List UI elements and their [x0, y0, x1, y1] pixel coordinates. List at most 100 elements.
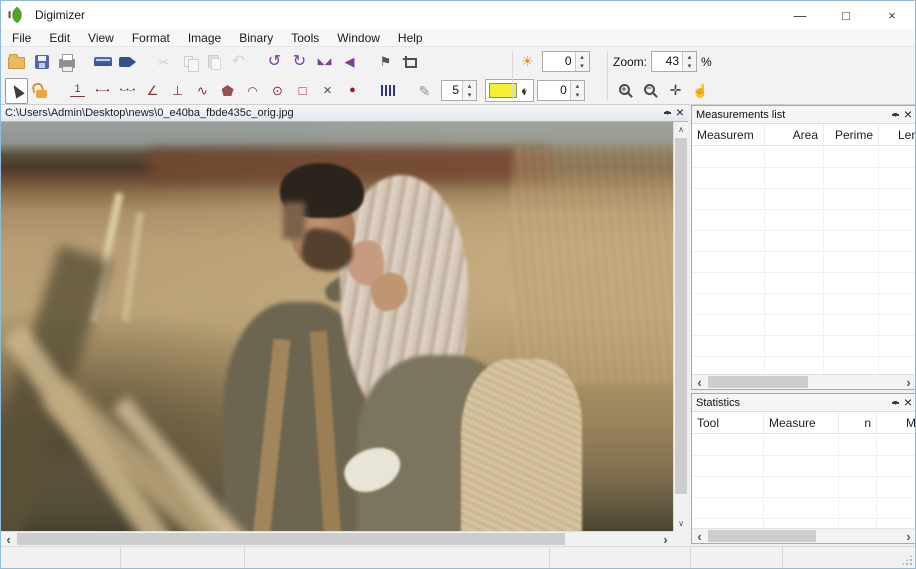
scroll-right-icon[interactable] [901, 529, 915, 543]
brightness-spin-buttons [574, 52, 589, 72]
spin-down-icon[interactable] [576, 62, 589, 72]
acquire-scanner-button[interactable] [91, 49, 114, 75]
fit-move-button[interactable] [664, 78, 687, 104]
rotate-right-button[interactable]: ↻ [288, 49, 311, 75]
image-vertical-scrollbar[interactable] [673, 122, 688, 531]
statistics-column-tool[interactable]: Tool [692, 412, 764, 433]
measurements-column-len[interactable]: Len [879, 124, 915, 145]
spin-up-icon[interactable] [463, 81, 476, 91]
panel-close-icon[interactable] [904, 402, 912, 404]
contrast-spinner[interactable]: 0 [536, 80, 585, 101]
statistics-column-n[interactable]: n [839, 412, 877, 433]
scroll-left-icon[interactable] [1, 532, 16, 546]
horizontal-scroll-thumb[interactable] [708, 530, 816, 542]
capture-camera-button[interactable] [116, 49, 139, 75]
table-cell [879, 294, 915, 314]
statistics-horizontal-scrollbar[interactable] [692, 528, 915, 543]
menu-help[interactable]: Help [389, 31, 432, 45]
contrast-value: 0 [560, 83, 567, 97]
measure-rectangle-tool-button[interactable]: □ [291, 78, 314, 104]
measurements-column-perime[interactable]: Perime [824, 124, 879, 145]
statistics-column-measure[interactable]: Measure [764, 412, 839, 433]
spin-down-icon[interactable] [683, 62, 696, 72]
statistics-column-m[interactable]: M [877, 412, 915, 433]
spin-down-icon[interactable] [463, 91, 476, 101]
image-tab-path[interactable]: C:\Users\Admin\Desktop\news\0_e40ba_fbde… [5, 107, 659, 119]
maximize-button[interactable]: □ [823, 1, 869, 29]
pattern-area-tool-button[interactable] [377, 78, 400, 104]
minimize-button[interactable]: — [777, 1, 823, 29]
image-horizontal-scrollbar[interactable] [1, 531, 673, 546]
panel-pin-icon[interactable] [891, 401, 899, 404]
spin-up-icon[interactable] [571, 81, 584, 91]
scroll-right-icon[interactable] [658, 532, 673, 546]
menu-edit[interactable]: Edit [40, 31, 79, 45]
measure-unit-length-tool-button[interactable]: 1 [66, 78, 89, 104]
menu-image[interactable]: Image [179, 31, 230, 45]
measure-angle-tool-button[interactable]: ∠ [141, 78, 164, 104]
crop-button[interactable] [399, 49, 422, 75]
spin-up-icon[interactable] [683, 52, 696, 62]
measure-path-tool-button[interactable]: ∿ [191, 78, 214, 104]
measure-rectangle-tool-icon: □ [298, 83, 307, 98]
table-row [692, 168, 915, 189]
rotate-left-button[interactable]: ↺ [263, 49, 286, 75]
zoom-in-button[interactable] [614, 78, 637, 104]
tab-close-icon[interactable] [676, 112, 684, 114]
table-cell [692, 435, 764, 455]
scroll-left-icon[interactable] [692, 529, 707, 543]
statistics-table-body[interactable] [692, 435, 915, 528]
measure-perpendicular-tool-button[interactable]: ⊥ [166, 78, 189, 104]
spin-down-icon[interactable] [571, 91, 584, 101]
measurements-horizontal-scrollbar[interactable] [692, 374, 915, 389]
measure-line-tool-button[interactable]: •—• [91, 78, 114, 104]
marker-point-tool-button[interactable]: ● [341, 78, 364, 104]
pen-width-spinner[interactable]: 5 [441, 80, 477, 101]
menu-format[interactable]: Format [123, 31, 179, 45]
menu-bar: File Edit View Format Image Binary Tools Window… [1, 29, 915, 46]
measurements-table-body[interactable] [692, 147, 915, 374]
menu-tools[interactable]: Tools [282, 31, 328, 45]
table-cell [879, 336, 915, 356]
vertical-scroll-thumb[interactable] [675, 138, 687, 494]
print-button[interactable] [55, 49, 78, 75]
select-tool-button[interactable] [5, 77, 28, 104]
menu-file[interactable]: File [3, 31, 40, 45]
measurements-column-measurem[interactable]: Measurem [692, 124, 765, 145]
panel-close-icon[interactable] [904, 114, 912, 116]
horizontal-scroll-thumb[interactable] [708, 376, 808, 388]
brightness-spinner[interactable]: 0 [541, 51, 590, 72]
scroll-up-icon[interactable] [674, 122, 688, 137]
loaded-image[interactable] [1, 122, 673, 531]
flip-vertical-button[interactable]: ◀ [338, 49, 361, 75]
unlock-tool-button[interactable] [30, 78, 53, 104]
tab-pin-icon[interactable] [663, 112, 671, 114]
zoom-spinner[interactable]: 43 [651, 51, 698, 72]
undo-button: ↶ [227, 49, 250, 75]
menu-view[interactable]: View [79, 31, 123, 45]
measure-circle-tool-button[interactable]: ⊙ [266, 78, 289, 104]
menu-binary[interactable]: Binary [230, 31, 282, 45]
open-button[interactable] [5, 49, 28, 75]
flip-horizontal-button[interactable]: ◣◢ [313, 49, 336, 75]
measure-polygon-tool-button[interactable] [216, 78, 239, 104]
measure-arc-tool-button[interactable]: ◠ [241, 78, 264, 104]
measurements-column-area[interactable]: Area [765, 124, 824, 145]
horizontal-scroll-thumb[interactable] [17, 533, 565, 545]
measure-segments-tool-button[interactable]: •–•–• [116, 78, 139, 104]
marker-cross-tool-button[interactable]: × [316, 78, 339, 104]
close-button[interactable]: × [869, 1, 915, 29]
panel-pin-icon[interactable] [891, 113, 899, 116]
measure-unit-length-tool-icon: 1 [70, 84, 85, 97]
copy-icon [184, 56, 199, 72]
scroll-left-icon[interactable] [692, 375, 707, 389]
marker-pen-tool-button[interactable]: ✎ [413, 78, 436, 104]
straighten-button[interactable]: ⚑ [374, 49, 397, 75]
scroll-right-icon[interactable] [901, 375, 915, 389]
menu-window[interactable]: Window [328, 31, 389, 45]
zoom-out-button[interactable] [639, 78, 662, 104]
scroll-down-icon[interactable] [674, 516, 688, 531]
save-button[interactable] [30, 49, 53, 75]
pan-hand-button[interactable] [689, 78, 712, 104]
spin-up-icon[interactable] [576, 52, 589, 62]
